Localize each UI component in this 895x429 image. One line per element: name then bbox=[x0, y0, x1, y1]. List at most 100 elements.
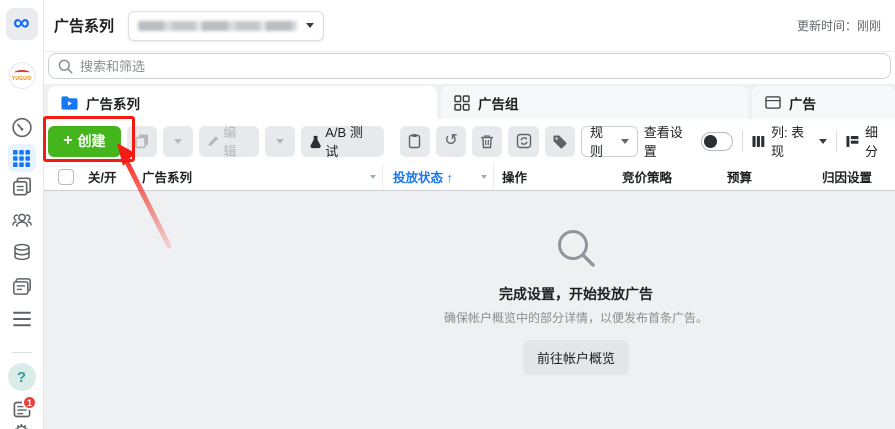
view-settings-label: 查看设置 bbox=[643, 125, 683, 159]
level-tabs: 广告系列 广告组 广告 bbox=[44, 84, 895, 119]
magnifier-icon bbox=[558, 230, 595, 267]
delete-button[interactable] bbox=[472, 125, 503, 157]
hamburger-menu-icon bbox=[12, 311, 31, 327]
page-title: 广告系列 bbox=[54, 18, 115, 35]
empty-state-title: 完成设置，开始投放广告 bbox=[499, 286, 653, 302]
sidebar-item-ads-reporting[interactable] bbox=[11, 276, 32, 297]
sidebar-item-billing[interactable] bbox=[11, 242, 32, 263]
tag-icon bbox=[553, 135, 567, 148]
breakdown-button[interactable]: 细分 bbox=[846, 122, 889, 160]
sidebar-item-help[interactable]: ? bbox=[7, 363, 36, 391]
ab-test-button[interactable]: A/B 测试 bbox=[301, 125, 384, 159]
gauge-icon bbox=[11, 117, 32, 138]
column-header-delivery-status-label: 投放状态 ↑ bbox=[393, 171, 453, 185]
campaign-folder-icon bbox=[61, 96, 78, 110]
toolbar-right-group: 查看设置 列: 表现 细分 bbox=[644, 122, 889, 160]
breakdown-label: 细分 bbox=[864, 125, 878, 159]
chevron-down-icon bbox=[275, 138, 284, 144]
avatar-arc bbox=[14, 69, 29, 75]
column-header-campaign[interactable]: 广告系列 bbox=[142, 163, 382, 190]
column-header-onoff: 关/开 bbox=[88, 171, 117, 185]
sidebar-item-all-tools[interactable] bbox=[12, 310, 32, 328]
trash-icon bbox=[481, 134, 494, 148]
avatar-label: YUGUO bbox=[11, 75, 32, 82]
ads-manager-app: ∞ YUGUO ? 1 广告系列 更新时间：刚刚 搜索和筛选 广告系列 广告组 … bbox=[0, 0, 895, 429]
tab-adsets[interactable]: 广告组 bbox=[441, 86, 748, 119]
column-header-actions: 操作 bbox=[502, 171, 528, 185]
main-area: 广告系列 更新时间：刚刚 搜索和筛选 广告系列 广告组 广告 + 创建 编辑 A… bbox=[44, 0, 895, 429]
pages-icon bbox=[12, 177, 31, 196]
column-header-bid-strategy: 竞价策略 bbox=[622, 171, 673, 185]
empty-state-subtitle: 确保帐户概览中的部分详情，以便发布首条广告。 bbox=[443, 311, 708, 325]
tab-campaigns-label: 广告系列 bbox=[86, 96, 140, 112]
toggle-knob bbox=[704, 134, 718, 148]
chevron-down-icon bbox=[306, 23, 315, 28]
chevron-down-icon bbox=[620, 138, 629, 144]
go-to-account-overview-button[interactable]: 前往帐户概览 bbox=[522, 340, 629, 375]
pin-clipboard-button[interactable] bbox=[399, 125, 430, 157]
chevron-down-icon bbox=[819, 138, 828, 144]
column-header-budget: 预算 bbox=[727, 171, 753, 185]
sidebar-item-pages[interactable] bbox=[11, 176, 32, 197]
toolbar: + 创建 编辑 A/B 测试 ↺ 规则 查看设置 列: 表现 细分 bbox=[44, 119, 895, 163]
columns-button[interactable]: 列: 表现 bbox=[752, 122, 828, 160]
tab-ads[interactable]: 广告 bbox=[752, 86, 895, 119]
account-avatar[interactable]: YUGUO bbox=[8, 62, 35, 89]
tab-campaigns[interactable]: 广告系列 bbox=[48, 86, 437, 119]
plus-icon: + bbox=[63, 131, 73, 149]
tag-button[interactable] bbox=[544, 125, 575, 157]
undo-button[interactable]: ↺ bbox=[435, 125, 467, 157]
sidebar-item-settings[interactable]: ⚙ bbox=[13, 421, 30, 429]
gear-icon: ⚙ bbox=[13, 421, 30, 429]
search-input[interactable] bbox=[80, 58, 881, 74]
chevron-down-icon bbox=[370, 174, 376, 179]
flask-icon bbox=[310, 135, 321, 148]
ad-frame-icon bbox=[765, 96, 781, 109]
table-header: 关/开 广告系列 投放状态 ↑ 操作 竞价策略 预算 归因设置 bbox=[44, 163, 895, 191]
table-body: 完成设置，开始投放广告 确保帐户概览中的部分详情，以便发布首条广告。 前往帐户概… bbox=[44, 191, 895, 429]
view-settings-toggle[interactable] bbox=[701, 131, 734, 151]
updated-time-label: 更新时间：刚刚 bbox=[796, 19, 881, 33]
toolbar-divider bbox=[836, 130, 838, 152]
sidebar-divider bbox=[12, 352, 32, 353]
create-button[interactable]: + 创建 bbox=[48, 125, 121, 157]
rules-label: 规则 bbox=[589, 125, 603, 159]
adset-grid-icon bbox=[454, 94, 470, 111]
columns-icon bbox=[752, 135, 765, 147]
topbar: 广告系列 更新时间：刚刚 bbox=[44, 0, 895, 52]
sidebar-item-campaigns[interactable] bbox=[7, 144, 36, 172]
column-header-campaign-label: 广告系列 bbox=[142, 171, 193, 185]
sync-box-icon bbox=[516, 133, 531, 149]
sidebar: ∞ YUGUO ? 1 bbox=[0, 0, 44, 429]
account-name-redacted bbox=[138, 20, 298, 31]
sidebar-item-account-overview[interactable] bbox=[11, 117, 32, 138]
pencil-icon bbox=[208, 136, 219, 147]
search-row bbox=[44, 52, 895, 84]
duplicate-dropdown-button[interactable] bbox=[163, 125, 194, 157]
select-all-cell bbox=[44, 163, 88, 190]
clipboard-icon bbox=[409, 134, 421, 149]
column-header-delivery-status[interactable]: 投放状态 ↑ bbox=[382, 163, 494, 190]
search-icon bbox=[58, 59, 73, 73]
notification-badge: 1 bbox=[22, 395, 37, 410]
empty-state: 完成设置，开始投放广告 确保帐户概览中的部分详情，以便发布首条广告。 前往帐户概… bbox=[386, 227, 766, 375]
select-all-checkbox[interactable] bbox=[58, 168, 74, 185]
undo-icon: ↺ bbox=[444, 132, 458, 149]
help-question-icon: ? bbox=[16, 368, 27, 386]
toolbar-divider bbox=[742, 130, 744, 152]
search-bar[interactable] bbox=[48, 53, 891, 79]
rules-button[interactable]: 规则 bbox=[580, 125, 638, 159]
sidebar-item-audiences[interactable] bbox=[11, 209, 33, 231]
edit-dropdown-button[interactable] bbox=[264, 125, 296, 157]
review-changes-button[interactable] bbox=[508, 125, 539, 157]
edit-button[interactable]: 编辑 bbox=[199, 125, 259, 159]
meta-logo[interactable]: ∞ bbox=[5, 8, 38, 40]
duplicate-button[interactable] bbox=[126, 125, 158, 157]
chevron-down-icon bbox=[481, 174, 487, 179]
account-selector[interactable] bbox=[128, 10, 325, 41]
tab-adsets-label: 广告组 bbox=[478, 96, 519, 112]
campaigns-table-icon bbox=[13, 149, 30, 167]
breakdown-icon bbox=[846, 135, 859, 147]
tab-ads-label: 广告 bbox=[789, 96, 816, 112]
ads-frame-icon bbox=[12, 278, 31, 295]
